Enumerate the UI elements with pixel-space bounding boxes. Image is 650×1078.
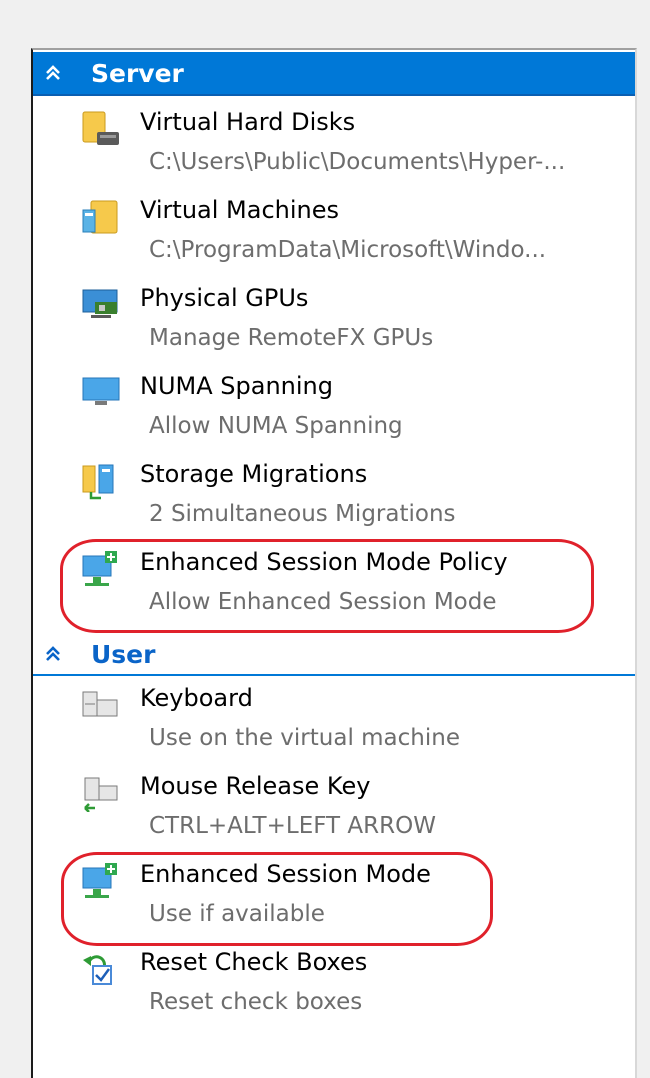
virtual-machine-folder-icon <box>81 198 121 234</box>
setting-subtitle: Reset check boxes <box>149 989 363 1015</box>
monitor-icon <box>81 374 121 410</box>
setting-title: Enhanced Session Mode <box>140 860 431 888</box>
setting-reset-check-boxes[interactable]: Reset Check Boxes Reset check boxes <box>33 940 635 1028</box>
setting-title: Reset Check Boxes <box>140 948 368 976</box>
server-section-title: Server <box>91 58 184 88</box>
enhanced-session-icon <box>81 550 121 586</box>
setting-keyboard[interactable]: Keyboard Use on the virtual machine <box>33 676 635 764</box>
setting-subtitle: Allow NUMA Spanning <box>149 413 403 439</box>
setting-virtual-machines[interactable]: Virtual Machines C:\ProgramData\Microsof… <box>33 188 635 276</box>
gpu-icon <box>81 286 121 322</box>
setting-subtitle: Allow Enhanced Session Mode <box>149 589 497 615</box>
setting-storage-migrations[interactable]: Storage Migrations 2 Simultaneous Migrat… <box>33 452 635 540</box>
settings-navigation-panel: Server Virtual Hard Disks C:\Users\Publi… <box>31 48 637 1078</box>
setting-title: NUMA Spanning <box>140 372 333 400</box>
setting-virtual-hard-disks[interactable]: Virtual Hard Disks C:\Users\Public\Docum… <box>33 100 635 188</box>
enhanced-session-icon <box>81 862 121 898</box>
reset-checkbox-icon <box>81 950 121 986</box>
setting-subtitle: Manage RemoteFX GPUs <box>149 325 434 351</box>
server-section-header[interactable]: Server <box>33 52 635 96</box>
collapse-chevron-icon[interactable] <box>43 644 63 664</box>
setting-subtitle: C:\Users\Public\Documents\Hyper-... <box>149 149 566 175</box>
setting-title: Mouse Release Key <box>140 772 371 800</box>
setting-subtitle: 2 Simultaneous Migrations <box>149 501 456 527</box>
setting-subtitle: C:\ProgramData\Microsoft\Windo... <box>149 237 547 263</box>
keyboard-icon <box>81 686 121 722</box>
setting-title: Keyboard <box>140 684 253 712</box>
setting-subtitle: Use on the virtual machine <box>149 725 460 751</box>
setting-title: Virtual Hard Disks <box>140 108 356 136</box>
setting-title: Physical GPUs <box>140 284 309 312</box>
hard-disk-folder-icon <box>81 110 121 146</box>
collapse-chevron-icon[interactable] <box>43 63 63 83</box>
setting-enhanced-session-mode[interactable]: Enhanced Session Mode Use if available <box>33 852 635 940</box>
setting-title: Storage Migrations <box>140 460 368 488</box>
mouse-release-key-icon <box>81 774 121 812</box>
setting-title: Virtual Machines <box>140 196 340 224</box>
setting-mouse-release-key[interactable]: Mouse Release Key CTRL+ALT+LEFT ARROW <box>33 764 635 852</box>
setting-enhanced-session-mode-policy[interactable]: Enhanced Session Mode Policy Allow Enhan… <box>33 540 635 628</box>
setting-numa-spanning[interactable]: NUMA Spanning Allow NUMA Spanning <box>33 364 635 452</box>
user-section-title: User <box>91 639 156 669</box>
setting-subtitle: CTRL+ALT+LEFT ARROW <box>149 813 436 839</box>
setting-subtitle: Use if available <box>149 901 325 927</box>
storage-migration-icon <box>81 462 121 500</box>
user-section-header[interactable]: User <box>33 634 635 676</box>
setting-physical-gpus[interactable]: Physical GPUs Manage RemoteFX GPUs <box>33 276 635 364</box>
setting-title: Enhanced Session Mode Policy <box>140 548 508 576</box>
